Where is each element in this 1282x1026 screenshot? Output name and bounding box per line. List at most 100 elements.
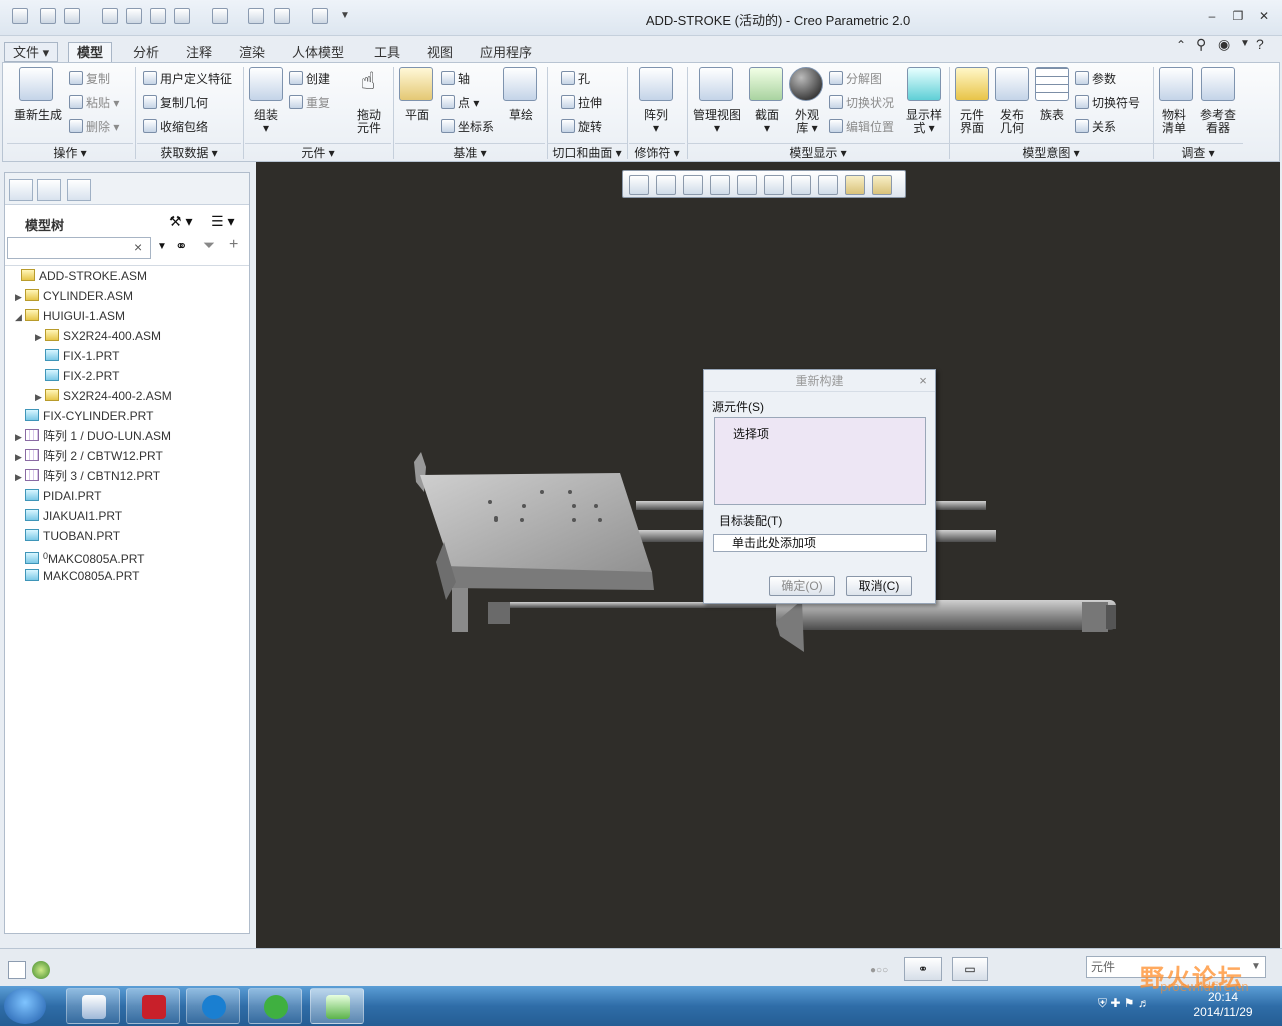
assemble-button[interactable]: 组装 ▾ — [243, 109, 289, 135]
tree-row[interactable]: TUOBAN.PRT — [15, 526, 120, 546]
model-tree-tab-icon[interactable] — [9, 179, 33, 201]
copy-button[interactable]: 复制 — [69, 71, 110, 86]
restore-icon[interactable]: ❐ — [1230, 10, 1246, 22]
group-investigate[interactable]: 调查 ▾ — [1153, 143, 1243, 161]
copy-geometry-button[interactable]: 复制几何 — [143, 95, 208, 110]
tree-row[interactable]: PIDAI.PRT — [15, 486, 101, 506]
help-icon[interactable]: ? — [1256, 36, 1264, 52]
group-component[interactable]: 元件 ▾ — [245, 143, 391, 161]
find-binoculars-icon[interactable]: ⚭ — [904, 957, 942, 981]
taskbar-item-explorer[interactable] — [66, 988, 120, 1024]
find-binoculars-icon[interactable]: ⚭ — [175, 237, 188, 255]
tree-show-icon[interactable]: ☰ ▾ — [211, 213, 234, 230]
section-icon[interactable] — [749, 67, 783, 101]
clear-search-icon[interactable]: × — [134, 239, 142, 255]
sketch-icon[interactable] — [503, 67, 537, 101]
regenerate-button[interactable]: 重新生成 — [7, 109, 69, 122]
edit-position-button[interactable]: 编辑位置 — [829, 119, 894, 134]
drag-component-button[interactable]: 拖动 元件 — [347, 109, 391, 135]
group-modifiers[interactable]: 修饰符 ▾ — [629, 143, 685, 161]
manage-views-icon[interactable] — [699, 67, 733, 101]
favorites-tab-icon[interactable] — [67, 179, 91, 201]
tree-row[interactable]: ▶ SX2R24-400.ASM — [35, 326, 161, 346]
taskbar-item-solidworks[interactable] — [126, 988, 180, 1024]
relations-button[interactable]: 关系 — [1075, 119, 1116, 134]
csys-button[interactable]: 坐标系 — [441, 119, 494, 134]
search-dropdown-chevron-down-icon[interactable]: ▼ — [157, 241, 167, 252]
publish-geometry-icon[interactable] — [995, 67, 1029, 101]
exploded-view-button[interactable]: 分解图 — [829, 71, 882, 86]
datum-display-filters-icon[interactable] — [818, 175, 838, 195]
expand-arrow-icon[interactable]: ▶ — [15, 427, 25, 447]
group-model-display[interactable]: 模型显示 ▾ — [687, 143, 949, 161]
tree-row[interactable]: ▶ 阵列 2 / CBTW12.PRT — [15, 446, 163, 466]
cancel-button[interactable]: 取消(C) — [846, 576, 912, 596]
delete-button[interactable]: 删除 ▾ — [69, 119, 119, 134]
family-table-button[interactable]: 族表 — [1031, 109, 1073, 122]
tree-row[interactable]: FIX-2.PRT — [35, 366, 119, 386]
reference-viewer-icon[interactable] — [1201, 67, 1235, 101]
select-box-icon[interactable]: ▭ — [952, 957, 988, 981]
tree-row[interactable]: ▶ SX2R24-400-2.ASM — [35, 386, 172, 406]
pattern-button[interactable]: 阵列 ▾ — [633, 109, 679, 135]
zoom-out-icon[interactable] — [683, 175, 703, 195]
search-icon[interactable]: ⚲ — [1196, 36, 1206, 53]
group-model-intent[interactable]: 模型意图 ▾ — [949, 143, 1153, 161]
zoom-in-icon[interactable] — [656, 175, 676, 195]
tree-row[interactable]: ▶ 阵列 1 / DUO-LUN.ASM — [15, 426, 171, 446]
publish-geometry-button[interactable]: 发布 几何 — [991, 109, 1033, 135]
bom-icon[interactable] — [1159, 67, 1193, 101]
source-components-collector[interactable]: 选择项 — [714, 417, 926, 505]
tab-view[interactable]: 视图 — [418, 42, 462, 62]
annotation-display-icon[interactable] — [845, 175, 865, 195]
tree-row[interactable]: FIX-1.PRT — [35, 346, 119, 366]
close-window-button[interactable]: ✕ — [1256, 10, 1272, 22]
tab-analysis[interactable]: 分析 — [124, 42, 168, 62]
tree-row[interactable]: ◢ HUIGUI-1.ASM — [15, 306, 125, 326]
spin-center-icon[interactable] — [872, 175, 892, 195]
repeat-button[interactable]: 重复 — [289, 95, 330, 110]
tab-render[interactable]: 渲染 — [230, 42, 274, 62]
display-style-button[interactable]: 显示样式 ▾ — [901, 109, 947, 135]
minimize-ribbon-icon[interactable]: ⌃ — [1176, 38, 1186, 52]
regenerate-icon[interactable] — [19, 67, 53, 101]
parameters-button[interactable]: 参数 — [1075, 71, 1116, 86]
saved-orientations-icon[interactable] — [764, 175, 784, 195]
appearance-gallery-button[interactable]: 外观库 ▾ — [785, 109, 829, 135]
start-button[interactable] — [4, 988, 46, 1024]
plane-icon[interactable] — [399, 67, 433, 101]
drag-hand-icon[interactable]: ☝ — [351, 67, 385, 101]
expand-arrow-icon[interactable]: ▶ — [15, 447, 25, 467]
community-icon[interactable]: ◉ — [1218, 36, 1230, 53]
toggle-browser-icon[interactable] — [32, 961, 50, 979]
view-manager-icon[interactable] — [791, 175, 811, 195]
tree-row[interactable]: ▶ CYLINDER.ASM — [15, 286, 133, 306]
switch-symbol-button[interactable]: 切换符号 — [1075, 95, 1140, 110]
tree-row[interactable]: ADD-STROKE.ASM — [11, 266, 147, 286]
taskbar-item-sogou[interactable] — [186, 988, 240, 1024]
target-assembly-collector[interactable]: 单击此处添加项 — [713, 534, 927, 552]
tree-row[interactable]: MAKC0805A.PRT — [15, 566, 140, 586]
tree-row[interactable]: FIX-CYLINDER.PRT — [15, 406, 153, 426]
expand-arrow-icon[interactable]: ▶ — [15, 467, 25, 487]
system-clock[interactable]: 20:14 2014/11/29 — [1188, 990, 1258, 1020]
filter-icon[interactable]: ⏷ — [203, 237, 215, 254]
component-interface-button[interactable]: 元件 界面 — [951, 109, 993, 135]
group-datum[interactable]: 基准 ▾ — [395, 143, 545, 161]
plane-button[interactable]: 平面 — [395, 109, 439, 122]
refit-icon[interactable] — [629, 175, 649, 195]
udf-button[interactable]: 用户定义特征 — [143, 71, 232, 86]
hole-button[interactable]: 孔 — [561, 71, 590, 86]
expand-arrow-icon[interactable]: ▶ — [15, 287, 25, 307]
group-cut-surface[interactable]: 切口和曲面 ▾ — [547, 143, 627, 161]
add-icon[interactable]: + — [229, 236, 238, 254]
component-interface-icon[interactable] — [955, 67, 989, 101]
tab-manikin[interactable]: 人体模型 — [283, 42, 353, 62]
expand-arrow-icon[interactable]: ◢ — [15, 307, 25, 327]
folder-browser-tab-icon[interactable] — [37, 179, 61, 201]
point-button[interactable]: 点 ▾ — [441, 95, 479, 110]
chevron-down-icon[interactable]: ▼ — [1240, 38, 1250, 49]
toggle-status-button[interactable]: 切换状况 — [829, 95, 894, 110]
dialog-close-icon[interactable]: × — [915, 373, 931, 389]
reference-viewer-button[interactable]: 参考查 看器 — [1195, 109, 1241, 135]
